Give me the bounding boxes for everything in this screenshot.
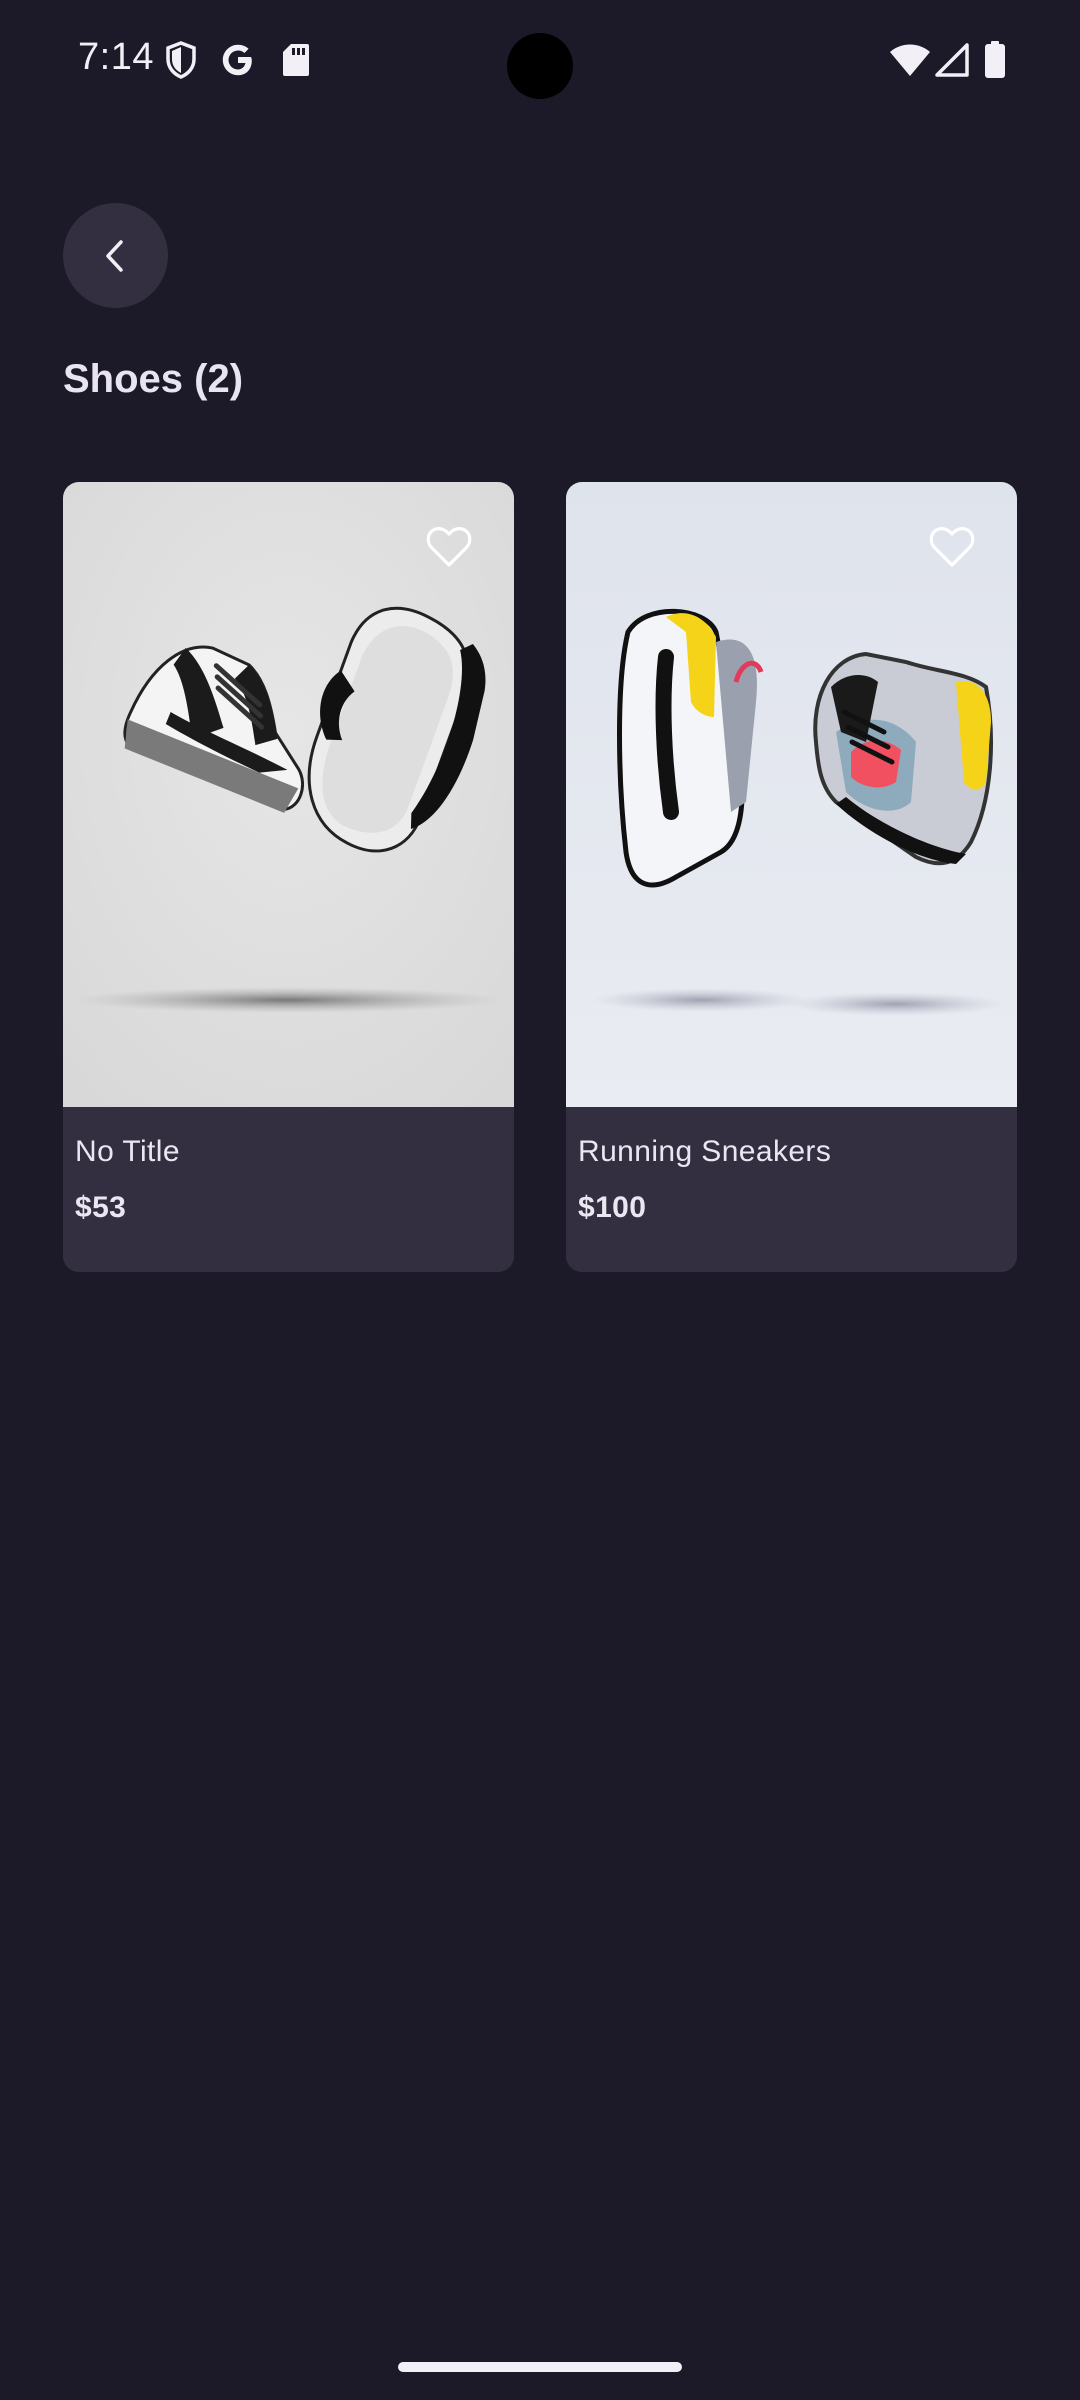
- product-price: $53: [75, 1191, 127, 1224]
- heart-outline-icon: [426, 527, 472, 567]
- screen: 7:14 Shoes (2) No Title $53 Running Snea…: [0, 0, 1080, 2400]
- back-button[interactable]: [63, 203, 168, 308]
- status-bar: 7:14: [0, 0, 1080, 118]
- battery-icon: [982, 40, 1008, 80]
- product-card[interactable]: Running Sneakers $100: [566, 482, 1017, 1272]
- cell-signal-icon: [934, 40, 970, 80]
- google-icon: [218, 40, 258, 80]
- heart-outline-icon: [929, 527, 975, 567]
- product-title: Running Sneakers: [578, 1135, 832, 1168]
- home-indicator[interactable]: [398, 2362, 682, 2372]
- product-info: No Title $53: [63, 1107, 514, 1272]
- status-time: 7:14: [78, 36, 154, 78]
- product-card[interactable]: No Title $53: [63, 482, 514, 1272]
- shield-icon: [163, 40, 199, 80]
- chevron-left-icon: [105, 239, 123, 272]
- favorite-button[interactable]: [927, 522, 977, 572]
- product-image: [566, 482, 1017, 1107]
- favorite-button[interactable]: [424, 522, 474, 572]
- product-price: $100: [578, 1191, 647, 1224]
- product-info: Running Sneakers $100: [566, 1107, 1017, 1272]
- product-image: [63, 482, 514, 1107]
- product-title: No Title: [75, 1135, 180, 1168]
- page-title: Shoes (2): [63, 357, 244, 401]
- camera-cutout: [507, 33, 573, 99]
- sd-card-icon: [280, 40, 312, 80]
- wifi-icon: [888, 40, 932, 80]
